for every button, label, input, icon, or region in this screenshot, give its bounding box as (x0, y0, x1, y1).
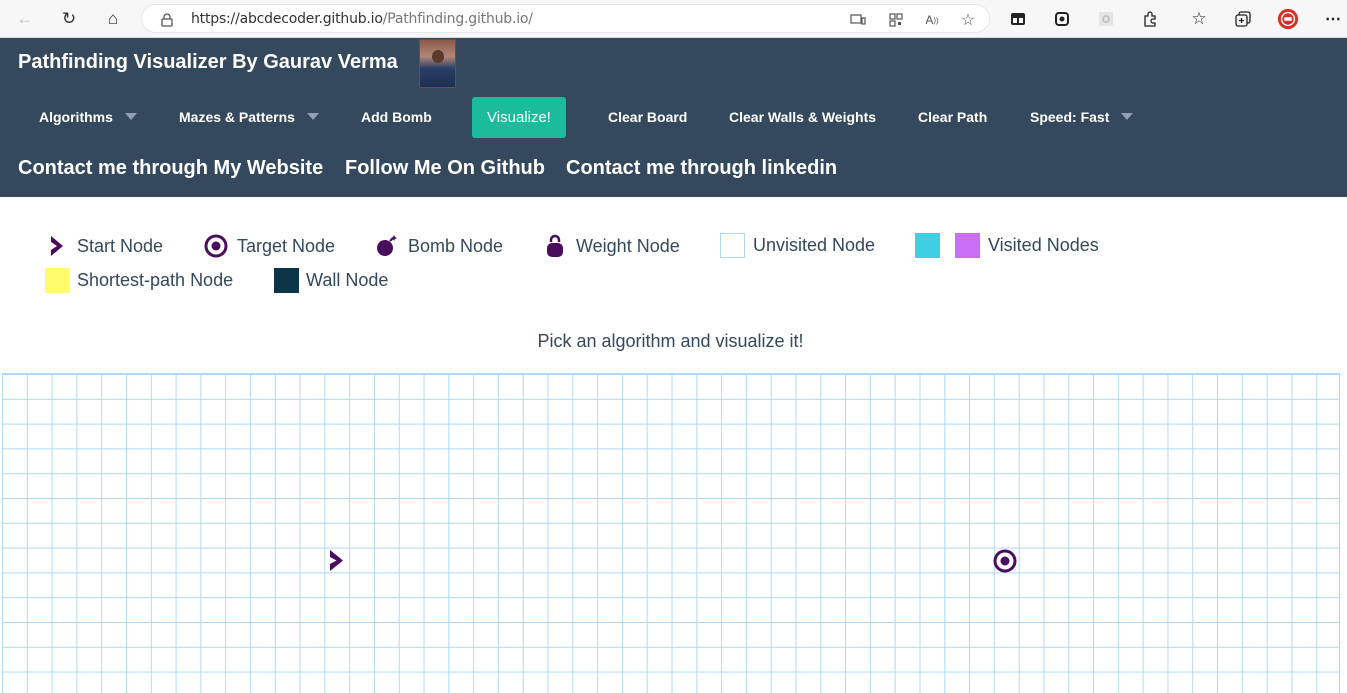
home-icon[interactable]: ⌂ (102, 8, 124, 30)
legend-weight-label: Weight Node (576, 235, 680, 256)
read-aloud-icon[interactable]: A)) (923, 11, 941, 29)
collections-icon[interactable] (1232, 8, 1254, 30)
chevron-down-icon (124, 113, 137, 120)
favorites-icon[interactable]: ☆ (1188, 8, 1210, 30)
legend-unvisited-label: Unvisited Node (753, 235, 876, 255)
legend-wall-label: Wall Node (306, 270, 389, 290)
visited-swatch-purple (955, 233, 980, 258)
address-bar[interactable]: https://abcdecoder.github.io/Pathfinding… (141, 4, 990, 33)
start-node[interactable] (327, 548, 347, 573)
legend-weight: Weight Node (545, 234, 680, 258)
website-link[interactable]: Contact me through My Website (18, 157, 323, 180)
url-path: /Pathfinding.github.io/ (382, 11, 533, 27)
legend-target: Target Node (204, 234, 335, 258)
algorithms-label: Algorithms (39, 109, 113, 125)
instructions-text: Pick an algorithm and visualize it! (537, 331, 804, 351)
profile-icon[interactable] (1277, 8, 1299, 30)
browser-toolbar: ← ↻ ⌂ https://abcdecoder.github.io/Pathf… (0, 0, 1347, 38)
lock-icon[interactable] (158, 11, 176, 29)
unvisited-swatch (720, 233, 745, 258)
tab-actions-icon[interactable] (1007, 8, 1029, 30)
back-icon[interactable]: ← (14, 8, 36, 30)
app-title[interactable]: Pathfinding Visualizer By Gaurav Verma (18, 51, 398, 74)
ext-icon-1[interactable] (1051, 8, 1073, 30)
legend-visited-label: Visited Nodes (988, 235, 1099, 255)
legend-wall: Wall Node (274, 268, 388, 293)
app-header: Pathfinding Visualizer By Gaurav Verma A… (0, 38, 1347, 197)
author-photo (419, 39, 456, 88)
devices-icon[interactable] (849, 11, 867, 29)
legend-shortest: Shortest-path Node (45, 268, 233, 293)
legend-start: Start Node (48, 234, 163, 258)
target-node-icon (204, 234, 228, 258)
weight-icon (547, 234, 563, 257)
pathfinding-grid[interactable] (2, 373, 1340, 693)
author-face (432, 50, 444, 63)
ext-icon-2[interactable] (1095, 8, 1117, 30)
mazes-label: Mazes & Patterns (179, 109, 295, 125)
algorithms-dropdown[interactable]: Algorithms (39, 109, 137, 125)
legend-shortest-label: Shortest-path Node (77, 270, 234, 290)
chevron-down-icon (306, 113, 319, 120)
github-link[interactable]: Follow Me On Github (345, 157, 545, 180)
legend-visited: Visited Nodes (915, 233, 1099, 258)
bomb-icon (377, 235, 397, 256)
speed-label: Speed: Fast (1030, 109, 1110, 125)
start-node-icon (51, 236, 63, 256)
url-host: https://abcdecoder.github.io (191, 11, 383, 27)
speed-dropdown[interactable]: Speed: Fast (1030, 109, 1134, 125)
linkedin-link[interactable]: Contact me through linkedin (566, 157, 837, 180)
legend-start-label: Start Node (77, 235, 164, 256)
add-bomb-button[interactable]: Add Bomb (361, 109, 432, 125)
extensions-icon[interactable] (1139, 8, 1161, 30)
clear-board-button[interactable]: Clear Board (608, 109, 687, 125)
visited-swatch-cyan (915, 233, 940, 258)
refresh-icon[interactable]: ↻ (58, 8, 80, 30)
target-node[interactable] (993, 549, 1017, 573)
wall-swatch (274, 268, 299, 293)
visualize-button[interactable]: Visualize! (472, 97, 566, 138)
url-text[interactable]: https://abcdecoder.github.io/Pathfinding… (191, 11, 533, 27)
legend-unvisited: Unvisited Node (720, 233, 875, 258)
clear-path-button[interactable]: Clear Path (918, 109, 987, 125)
clear-walls-weights-button[interactable]: Clear Walls & Weights (729, 109, 876, 125)
qr-icon[interactable] (887, 11, 905, 29)
chevron-down-icon (1121, 113, 1134, 120)
legend-bomb: Bomb Node (375, 234, 503, 258)
legend-bomb-label: Bomb Node (408, 235, 504, 256)
mazes-dropdown[interactable]: Mazes & Patterns (179, 109, 319, 125)
legend-target-label: Target Node (237, 235, 336, 256)
shortest-path-swatch (45, 268, 70, 293)
favorite-add-icon[interactable]: ☆ (959, 11, 977, 29)
more-icon[interactable]: ⋯ (1322, 8, 1344, 30)
